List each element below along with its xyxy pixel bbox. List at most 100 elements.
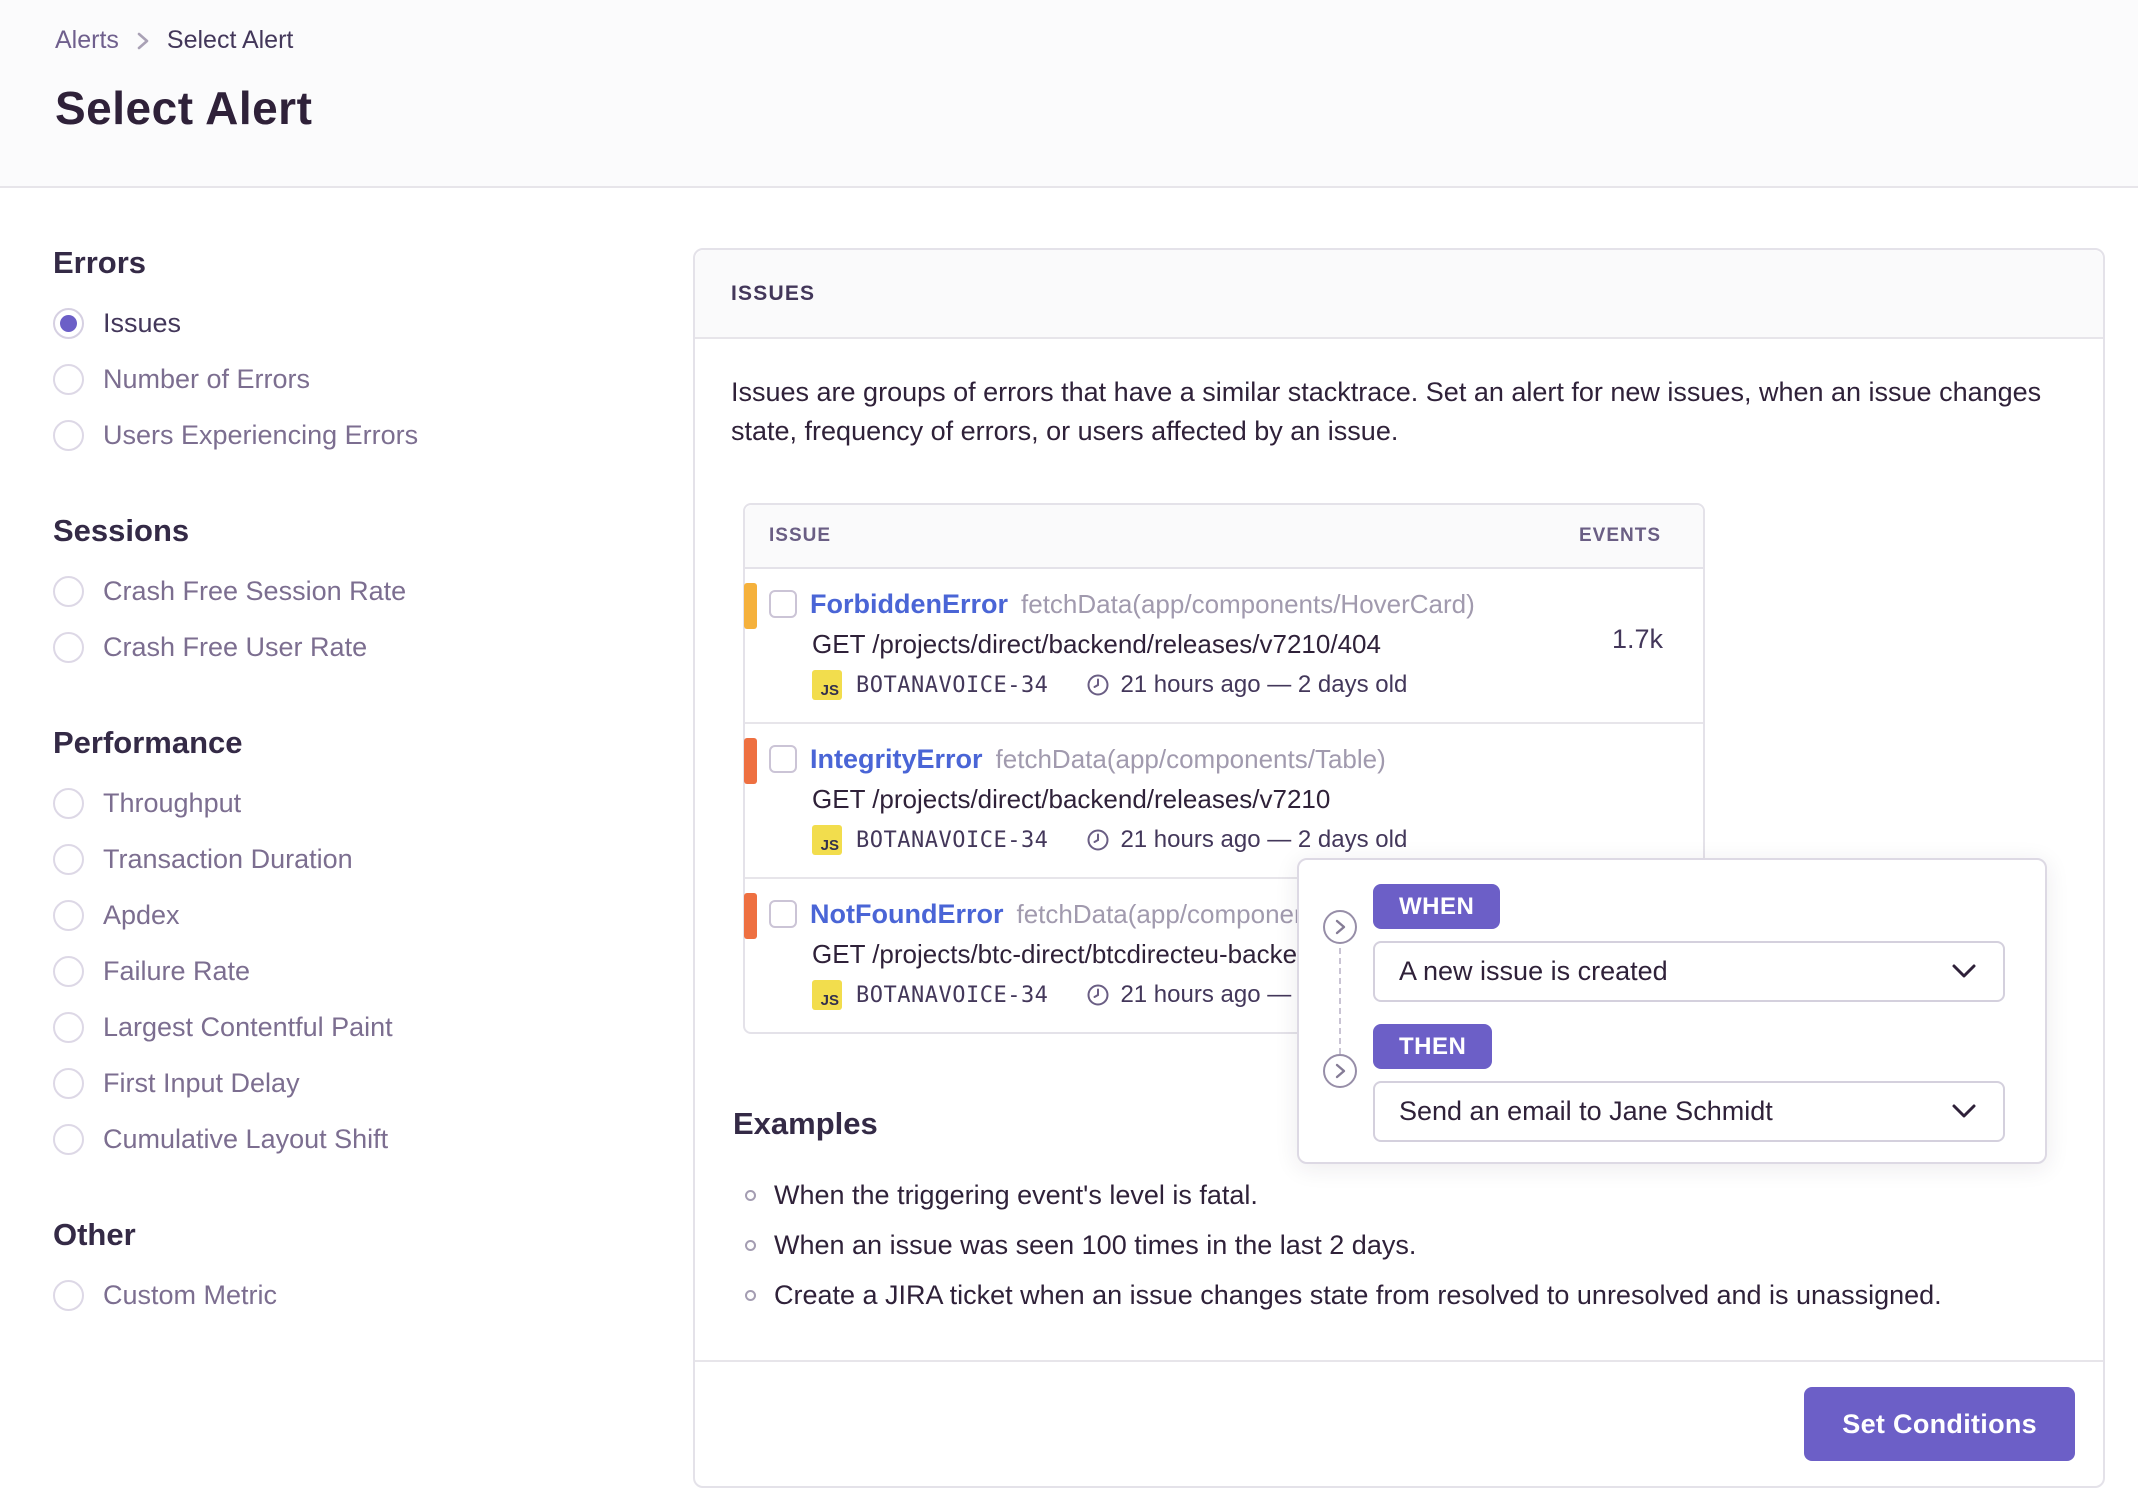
sidebar-group-options: Crash Free Session Rate Crash Free User … bbox=[53, 563, 633, 675]
issue-short-id: BOTANAVOICE-34 bbox=[856, 827, 1049, 853]
example-item: When an issue was seen 100 times in the … bbox=[733, 1220, 2067, 1270]
issue-short-id: BOTANAVOICE-34 bbox=[856, 982, 1049, 1008]
examples-list: When the triggering event's level is fat… bbox=[733, 1170, 2067, 1320]
radio-button-icon[interactable] bbox=[53, 1067, 84, 1099]
issue-level-bar bbox=[744, 893, 757, 940]
radio-button-icon[interactable] bbox=[53, 1011, 84, 1043]
alert-type-sidebar: Errors Issues Number of Errors Users Exp… bbox=[53, 245, 633, 1373]
issue-age: 21 hours ago — 2 days old bbox=[1120, 826, 1408, 854]
radio-option-label: Issues bbox=[103, 307, 182, 338]
issue-transaction-path: GET /projects/direct/backend/releases/v7… bbox=[812, 784, 1331, 815]
when-condition-select[interactable]: A new issue is created bbox=[1373, 941, 2005, 1002]
issue-age: 21 hours ago — 2 days old bbox=[1120, 671, 1408, 699]
issue-checkbox[interactable] bbox=[769, 900, 797, 929]
radio-button-icon[interactable] bbox=[53, 843, 84, 875]
radio-button-icon[interactable] bbox=[53, 1123, 84, 1155]
alert-type-radio-option[interactable]: Cumulative Layout Shift bbox=[53, 1111, 633, 1167]
clock-icon bbox=[1087, 829, 1109, 851]
breadcrumb-current: Select Alert bbox=[166, 26, 294, 54]
issues-description: Issues are groups of errors that have a … bbox=[731, 377, 2042, 447]
issue-title-link[interactable]: NotFoundError bbox=[810, 899, 1003, 930]
alert-type-radio-option[interactable]: Issues bbox=[53, 295, 633, 351]
radio-button-icon[interactable] bbox=[53, 419, 84, 451]
sidebar-group-heading: Errors bbox=[53, 245, 147, 280]
radio-option-label: Largest Contentful Paint bbox=[103, 1011, 393, 1042]
alert-type-radio-option[interactable]: Transaction Duration bbox=[53, 831, 633, 887]
radio-button-icon[interactable] bbox=[53, 631, 84, 663]
clock-icon bbox=[1087, 984, 1109, 1006]
radio-button-icon[interactable] bbox=[53, 955, 84, 987]
bullet-circle-icon bbox=[745, 1239, 756, 1251]
radio-button-icon[interactable] bbox=[53, 575, 84, 607]
issues-table-header: ISSUE EVENTS bbox=[745, 505, 1703, 570]
issues-panel-body: Issues are groups of errors that have a … bbox=[695, 339, 2103, 1362]
chevron-right-icon bbox=[135, 29, 151, 53]
chevron-down-icon bbox=[1952, 964, 1976, 978]
alert-conditions-popup: WHEN A new issue is created THEN Send an… bbox=[1297, 858, 2047, 1164]
page-header: Alerts Select Alert Select Alert bbox=[0, 0, 2138, 188]
sidebar-group: Performance Throughput Transaction Durat… bbox=[53, 725, 633, 1167]
alert-type-radio-option[interactable]: Apdex bbox=[53, 887, 633, 943]
then-action-select[interactable]: Send an email to Jane Schmidt bbox=[1373, 1081, 2005, 1142]
set-conditions-button[interactable]: Set Conditions bbox=[1804, 1387, 2075, 1461]
radio-option-label: Throughput bbox=[103, 787, 242, 818]
radio-button-icon[interactable] bbox=[53, 307, 84, 339]
radio-option-label: Crash Free Session Rate bbox=[103, 575, 407, 606]
issue-transaction-path: GET /projects/direct/backend/releases/v7… bbox=[812, 629, 1381, 660]
sidebar-group: Other Custom Metric bbox=[53, 1217, 633, 1323]
issue-row: IntegrityError fetchData(app/components/… bbox=[744, 722, 1703, 877]
breadcrumb-alerts-link[interactable]: Alerts bbox=[55, 26, 119, 55]
radio-button-icon[interactable] bbox=[53, 363, 84, 395]
issues-panel-title: ISSUES bbox=[731, 281, 816, 305]
clock-icon bbox=[1087, 674, 1109, 696]
issue-level-bar bbox=[744, 738, 757, 785]
radio-option-label: Cumulative Layout Shift bbox=[103, 1123, 389, 1154]
issue-level-bar bbox=[744, 583, 757, 630]
alert-type-radio-option[interactable]: Largest Contentful Paint bbox=[53, 999, 633, 1055]
issue-checkbox[interactable] bbox=[769, 590, 797, 619]
issue-culprit: fetchData(app/components/Table) bbox=[995, 743, 1386, 774]
issue-title-link[interactable]: ForbiddenError bbox=[810, 589, 1008, 620]
chevron-down-icon bbox=[1952, 1104, 1976, 1118]
sidebar-group-options: Issues Number of Errors Users Experienci… bbox=[53, 295, 633, 463]
when-badge: WHEN bbox=[1373, 884, 1501, 930]
breadcrumb: Alerts Select Alert bbox=[55, 26, 2138, 55]
when-condition-value: A new issue is created bbox=[1399, 956, 1668, 987]
alert-type-radio-option[interactable]: Crash Free User Rate bbox=[53, 619, 633, 675]
issue-checkbox[interactable] bbox=[769, 745, 797, 774]
sidebar-group-heading: Other bbox=[53, 1217, 136, 1252]
issue-culprit: fetchData(app/component bbox=[1016, 898, 1316, 929]
sidebar-group-options: Custom Metric bbox=[53, 1267, 633, 1323]
alert-type-radio-option[interactable]: First Input Delay bbox=[53, 1055, 633, 1111]
alert-type-radio-option[interactable]: Custom Metric bbox=[53, 1267, 633, 1323]
radio-option-label: First Input Delay bbox=[103, 1067, 300, 1098]
radio-button-icon[interactable] bbox=[53, 787, 84, 819]
javascript-platform-icon: JS bbox=[812, 980, 842, 1011]
radio-button-icon[interactable] bbox=[53, 1279, 84, 1311]
sidebar-group-heading: Sessions bbox=[53, 513, 190, 548]
sidebar-group: Sessions Crash Free Session Rate Crash F… bbox=[53, 513, 633, 675]
radio-option-label: Users Experiencing Errors bbox=[103, 419, 419, 450]
sidebar-group: Errors Issues Number of Errors Users Exp… bbox=[53, 245, 633, 463]
example-text: When the triggering event's level is fat… bbox=[774, 1179, 1258, 1210]
alert-type-radio-option[interactable]: Crash Free Session Rate bbox=[53, 563, 633, 619]
popup-connector-rail bbox=[1323, 884, 1359, 1142]
dashed-connector-line bbox=[1339, 948, 1341, 1054]
panel-footer: Set Conditions bbox=[695, 1360, 2103, 1486]
issues-panel: ISSUES Issues are groups of errors that … bbox=[693, 248, 2105, 1488]
column-header-events: EVENTS bbox=[1578, 525, 1661, 547]
issue-culprit: fetchData(app/components/HoverCard) bbox=[1021, 588, 1475, 619]
alert-type-radio-option[interactable]: Users Experiencing Errors bbox=[53, 407, 633, 463]
alert-type-radio-option[interactable]: Throughput bbox=[53, 775, 633, 831]
chevron-circle-icon bbox=[1323, 1054, 1357, 1088]
radio-option-label: Apdex bbox=[103, 899, 180, 930]
then-badge: THEN bbox=[1373, 1024, 1493, 1070]
alert-type-radio-option[interactable]: Number of Errors bbox=[53, 351, 633, 407]
issue-title-link[interactable]: IntegrityError bbox=[810, 744, 983, 775]
bullet-circle-icon bbox=[745, 1189, 756, 1201]
alert-type-radio-option[interactable]: Failure Rate bbox=[53, 943, 633, 999]
page-title: Select Alert bbox=[55, 82, 313, 134]
radio-button-icon[interactable] bbox=[53, 899, 84, 931]
issues-panel-header: ISSUES bbox=[695, 250, 2103, 339]
example-text: When an issue was seen 100 times in the … bbox=[774, 1229, 1417, 1260]
